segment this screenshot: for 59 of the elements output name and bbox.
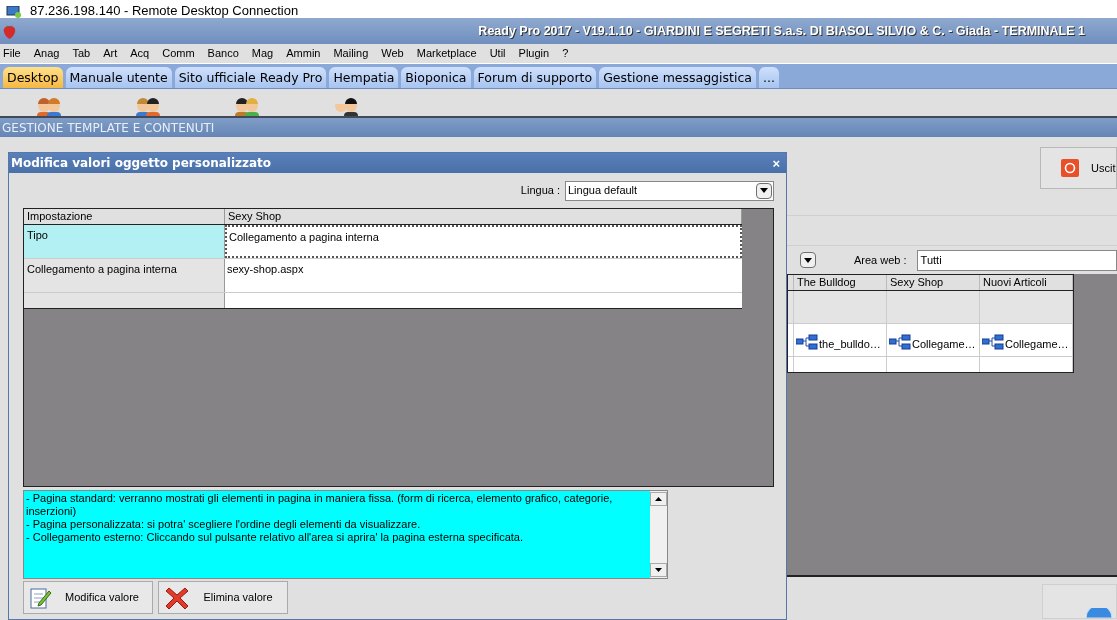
grid-cell: the_bulldo… bbox=[819, 338, 881, 350]
remote-desktop-icon bbox=[6, 6, 22, 18]
tab[interactable]: Hempatia bbox=[329, 67, 399, 88]
section-title: GESTIONE TEMPLATE E CONTENUTI bbox=[2, 119, 215, 137]
app-title: Ready Pro 2017 - V19.1.10 - GIARDINI E SEGRETI S.a.s. DI BIASOL SILVIO & C. - Giada - TERMINALE 1 bbox=[478, 22, 1085, 40]
scroll-up-icon[interactable] bbox=[650, 492, 667, 506]
strawberry-icon bbox=[2, 23, 17, 39]
menu-item[interactable]: Mag bbox=[251, 45, 274, 62]
menu-item[interactable]: Web bbox=[381, 45, 404, 62]
pencil-document-icon bbox=[30, 585, 52, 610]
description-text: - Pagina standard: verranno mostrati gli elementi in pagina in maniera fissa. (form di ricerca, elemento grafico, categorie, inserzioni) - Pagina personalizzata: si potra' scegliere l'ordine degli elementi da visualizzare. - Collegamento esterno: Cliccando sul pulsante relativo all'area si aprira' la pagina esterna specificata. bbox=[25, 491, 614, 545]
value-cell[interactable]: Collegamento a pagina interna bbox=[225, 225, 742, 258]
language-select[interactable]: Lingua default bbox=[565, 180, 774, 201]
menu-item[interactable]: Comm bbox=[162, 45, 195, 62]
exit-button[interactable]: Uscit bbox=[1040, 147, 1117, 189]
menu-item[interactable]: Art bbox=[103, 45, 118, 62]
menu-item[interactable]: Tab bbox=[72, 45, 91, 62]
menu-item[interactable]: Ammin bbox=[286, 45, 321, 62]
toolbar-button[interactable] bbox=[1042, 584, 1117, 619]
menu-item[interactable]: Banco bbox=[207, 45, 239, 62]
menu-item[interactable]: Marketplace bbox=[416, 45, 477, 62]
menu-item[interactable]: Util bbox=[489, 45, 506, 62]
language-label: Lingua : bbox=[520, 183, 560, 199]
setting-cell[interactable]: Tipo bbox=[24, 225, 225, 258]
tab[interactable]: Bioponica bbox=[401, 67, 471, 88]
tab[interactable]: Desktop bbox=[3, 67, 63, 88]
dialog-title: Modifica valori oggetto personalizzato bbox=[11, 155, 272, 172]
setting-cell[interactable]: Collegamento a pagina interna bbox=[24, 259, 225, 292]
tab[interactable]: Sito ufficiale Ready Pro bbox=[174, 67, 327, 88]
menu-item[interactable]: File bbox=[3, 45, 21, 62]
menu-item[interactable]: ? bbox=[562, 45, 569, 62]
tree-node-icon bbox=[889, 334, 911, 350]
tree-node-icon bbox=[982, 334, 1004, 350]
tab[interactable]: ... bbox=[758, 67, 779, 88]
tree-node-icon bbox=[796, 334, 818, 350]
scroll-down-icon[interactable] bbox=[650, 563, 667, 577]
tab[interactable]: Gestione messaggistica bbox=[599, 67, 756, 88]
close-button[interactable]: × bbox=[772, 156, 780, 170]
tab[interactable]: Manuale utente bbox=[65, 67, 172, 88]
column-header: Sexy Shop bbox=[225, 209, 742, 224]
action-button[interactable]: Elimina valore bbox=[158, 581, 288, 614]
delete-x-icon bbox=[165, 585, 189, 610]
menu-item[interactable]: Anag bbox=[33, 45, 60, 62]
area-web-field[interactable]: Tutti bbox=[916, 249, 1117, 271]
action-button[interactable]: Modifica valore bbox=[23, 581, 153, 614]
column-header: Nuovi Articoli bbox=[980, 275, 1073, 290]
grid-cell: Collegame… bbox=[1005, 338, 1069, 350]
column-header: The Bulldog bbox=[794, 275, 887, 290]
value-cell[interactable]: sexy-shop.aspx bbox=[225, 259, 742, 292]
area-web-label: Area web : bbox=[854, 252, 907, 268]
menu-item[interactable]: Mailing bbox=[333, 45, 369, 62]
power-icon bbox=[1061, 159, 1079, 177]
window-title: 87.236.198.140 - Remote Desktop Connection bbox=[30, 4, 299, 18]
column-header: Sexy Shop bbox=[887, 275, 980, 290]
tab[interactable]: Forum di supporto bbox=[473, 67, 597, 88]
menu-item[interactable]: Acq bbox=[130, 45, 150, 62]
menu-item[interactable]: Plugin bbox=[518, 45, 550, 62]
column-header: Impostazione bbox=[24, 209, 225, 224]
grid-cell: Collegame… bbox=[912, 338, 976, 350]
